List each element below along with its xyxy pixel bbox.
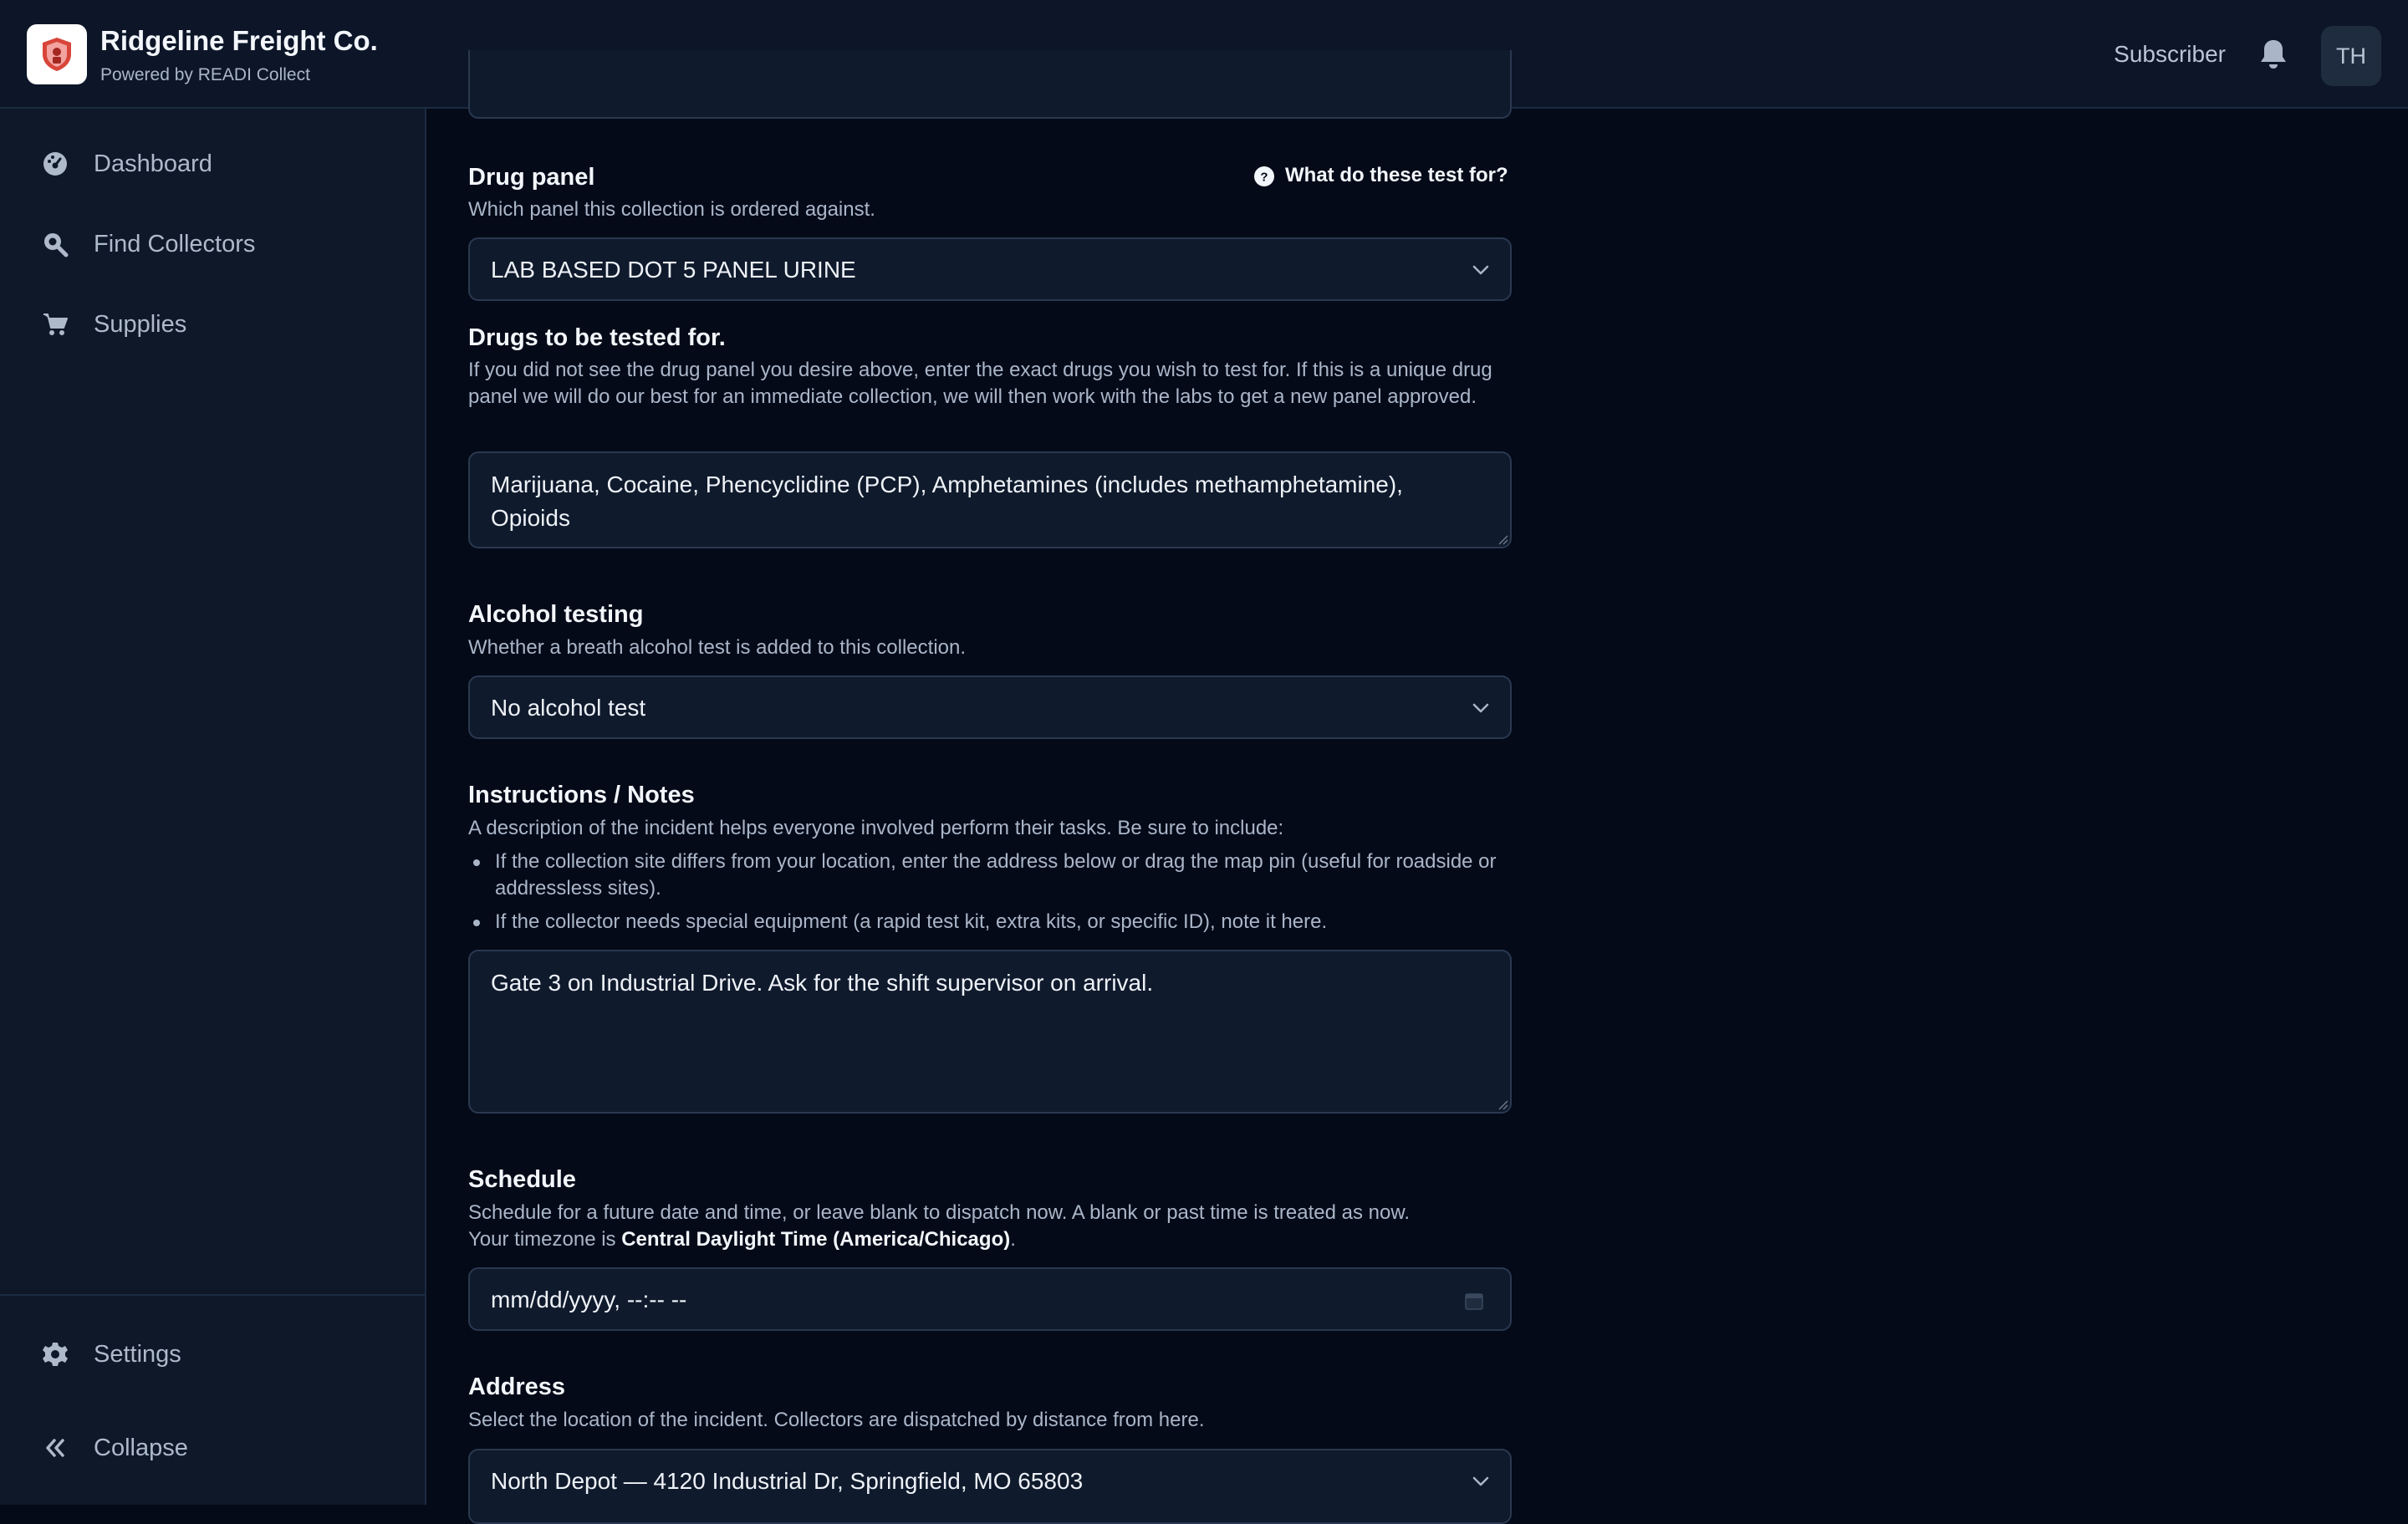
company-logo[interactable] <box>27 24 87 84</box>
alcohol-testing-description: Whether a breath alcohol test is added t… <box>468 636 967 659</box>
drugs-tested-value: Marijuana, Cocaine, Phencyclidine (PCP),… <box>491 471 1403 531</box>
collapse-label: Collapse <box>94 1435 188 1461</box>
sidebar-divider <box>0 1294 425 1296</box>
alcohol-testing-select[interactable]: No alcohol test <box>468 675 1512 739</box>
schedule-datetime-input[interactable]: mm/dd/yyyy, --:-- -- <box>468 1267 1512 1331</box>
chevron-down-icon <box>1472 265 1489 275</box>
schedule-description: Schedule for a future date and time, or … <box>468 1200 1513 1253</box>
address-value: North Depot — 4120 Industrial Dr, Spring… <box>491 1468 1084 1494</box>
drug-panel-description: Which panel this collection is ordered a… <box>468 198 875 221</box>
sidebar: Dashboard Find Collectors Supplies Setti… <box>0 109 426 1505</box>
drug-panel-label: Drug panel <box>468 164 595 191</box>
timezone-suffix: . <box>1010 1228 1016 1251</box>
sidebar-item-dashboard[interactable]: Dashboard <box>0 135 425 193</box>
chevron-down-icon <box>1472 1476 1489 1486</box>
svg-text:?: ? <box>1260 171 1268 185</box>
sidebar-collapse-button[interactable]: Collapse <box>0 1419 425 1477</box>
list-item: If the collector needs special equipment… <box>468 909 1513 935</box>
calendar-icon[interactable] <box>1465 1292 1483 1310</box>
sidebar-item-supplies[interactable]: Supplies <box>0 295 425 354</box>
timezone-prefix: Your timezone is <box>468 1228 622 1251</box>
drugs-tested-textarea[interactable]: Marijuana, Cocaine, Phencyclidine (PCP),… <box>468 451 1512 548</box>
sidebar-item-label: Find Collectors <box>94 231 256 257</box>
timezone-value: Central Daylight Time (America/Chicago) <box>621 1228 1011 1251</box>
schedule-description-text: Schedule for a future date and time, or … <box>468 1201 1411 1224</box>
address-description: Select the location of the incident. Col… <box>468 1409 1205 1431</box>
double-chevron-left-icon <box>46 1439 64 1457</box>
powered-by-text: Powered by READI Collect <box>100 65 310 84</box>
alcohol-testing-label: Alcohol testing <box>468 601 644 628</box>
sidebar-item-label: Dashboard <box>94 150 212 177</box>
notes-guidance-list: If the collection site differs from your… <box>468 849 1513 942</box>
gear-icon <box>43 1343 68 1366</box>
schedule-placeholder: mm/dd/yyyy, --:-- -- <box>491 1287 687 1312</box>
notes-textarea[interactable]: Gate 3 on Industrial Drive. Ask for the … <box>468 950 1512 1114</box>
cart-icon <box>43 313 68 335</box>
company-name: Ridgeline Freight Co. <box>100 25 378 56</box>
drug-panel-value: LAB BASED DOT 5 PANEL URINE <box>491 257 856 283</box>
address-select[interactable]: North Depot — 4120 Industrial Dr, Spring… <box>468 1449 1512 1524</box>
alcohol-testing-value: No alcohol test <box>491 695 646 721</box>
bell-icon[interactable] <box>2259 38 2288 70</box>
address-label: Address <box>468 1374 566 1400</box>
resize-grip-icon[interactable] <box>1497 1098 1508 1110</box>
resize-grip-icon[interactable] <box>1497 533 1508 545</box>
list-item: If the collection site differs from your… <box>468 849 1513 902</box>
search-icon <box>44 233 69 257</box>
previous-field-bottom[interactable] <box>468 50 1512 119</box>
sidebar-item-find-collectors[interactable]: Find Collectors <box>0 215 425 273</box>
shield-logo-icon <box>43 38 71 71</box>
sidebar-item-settings[interactable]: Settings <box>0 1325 425 1384</box>
drugs-tested-label: Drugs to be tested for. <box>468 324 726 351</box>
settings-label: Settings <box>94 1341 181 1368</box>
drug-panel-select[interactable]: LAB BASED DOT 5 PANEL URINE <box>468 237 1512 301</box>
notes-label: Instructions / Notes <box>468 782 695 808</box>
dashboard-icon <box>43 152 67 176</box>
notes-description: A description of the incident helps ever… <box>468 817 1284 839</box>
drugs-tested-description: If you did not see the drug panel you de… <box>468 359 1492 408</box>
user-avatar[interactable]: TH <box>2321 26 2381 86</box>
schedule-label: Schedule <box>468 1166 576 1193</box>
sidebar-item-label: Supplies <box>94 311 187 338</box>
question-circle-icon: ? <box>1254 166 1274 186</box>
notes-value: Gate 3 on Industrial Drive. Ask for the … <box>491 970 1154 996</box>
chevron-down-icon <box>1472 703 1489 713</box>
help-link-text: What do these test for? <box>1285 164 1508 186</box>
user-role-label[interactable]: Subscriber <box>2114 41 2226 68</box>
